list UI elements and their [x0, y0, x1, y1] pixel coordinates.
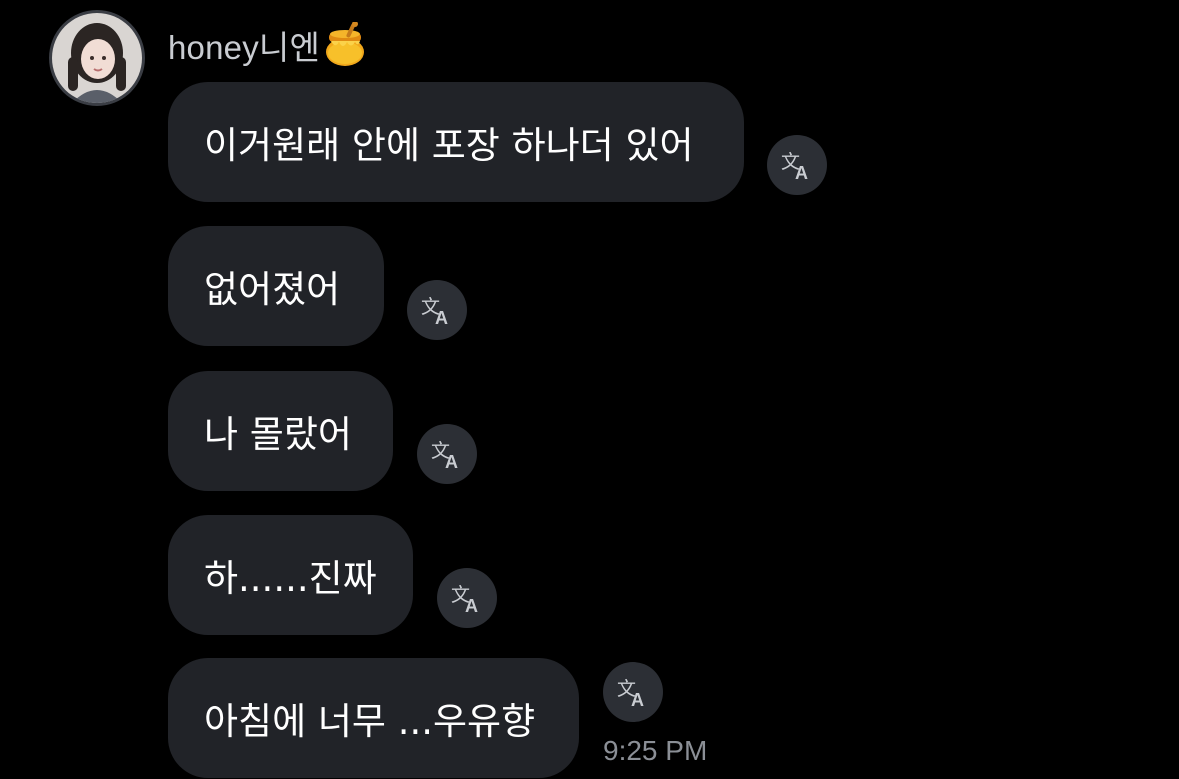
- translate-button[interactable]: 文 A: [603, 662, 663, 722]
- message-text: 없어졌어: [204, 268, 341, 311]
- translate-icon: 文 A: [781, 151, 808, 182]
- message-bubble[interactable]: 하......진짜: [168, 515, 413, 635]
- message-bubble[interactable]: 나 몰랐어: [168, 371, 393, 491]
- message-bubble[interactable]: 아침에 너무 ...우유향: [168, 658, 579, 778]
- translate-icon: 文 A: [431, 440, 458, 471]
- avatar-image: [52, 13, 142, 103]
- translate-icon: 文 A: [451, 584, 478, 615]
- sender-avatar[interactable]: [49, 10, 145, 106]
- message-text: 나 몰랐어: [204, 413, 352, 456]
- translate-button[interactable]: 文 A: [407, 280, 467, 340]
- translate-button[interactable]: 文 A: [767, 135, 827, 195]
- message-text: 하......진짜: [204, 557, 377, 600]
- svg-text:A: A: [445, 452, 458, 471]
- honey-pot-icon: [322, 21, 368, 68]
- translate-button[interactable]: 文 A: [417, 424, 477, 484]
- message-timestamp: 9:25 PM: [603, 735, 708, 766]
- svg-text:A: A: [795, 163, 808, 182]
- svg-text:A: A: [631, 690, 644, 709]
- svg-text:A: A: [435, 308, 448, 327]
- message-bubble[interactable]: 이거원래 안에 포장 하나더 있어: [168, 82, 744, 202]
- message-bubble[interactable]: 없어졌어: [168, 226, 384, 346]
- translate-button[interactable]: 文 A: [437, 568, 497, 628]
- message-text: 이거원래 안에 포장 하나더 있어: [204, 124, 694, 167]
- translate-icon: 文 A: [617, 678, 644, 709]
- sender-name[interactable]: honey니엔: [168, 21, 320, 69]
- message-text: 아침에 너무 ...우유향: [204, 700, 536, 743]
- sender-header: honey니엔: [168, 21, 368, 69]
- svg-text:A: A: [465, 596, 478, 615]
- translate-icon: 文 A: [421, 296, 448, 327]
